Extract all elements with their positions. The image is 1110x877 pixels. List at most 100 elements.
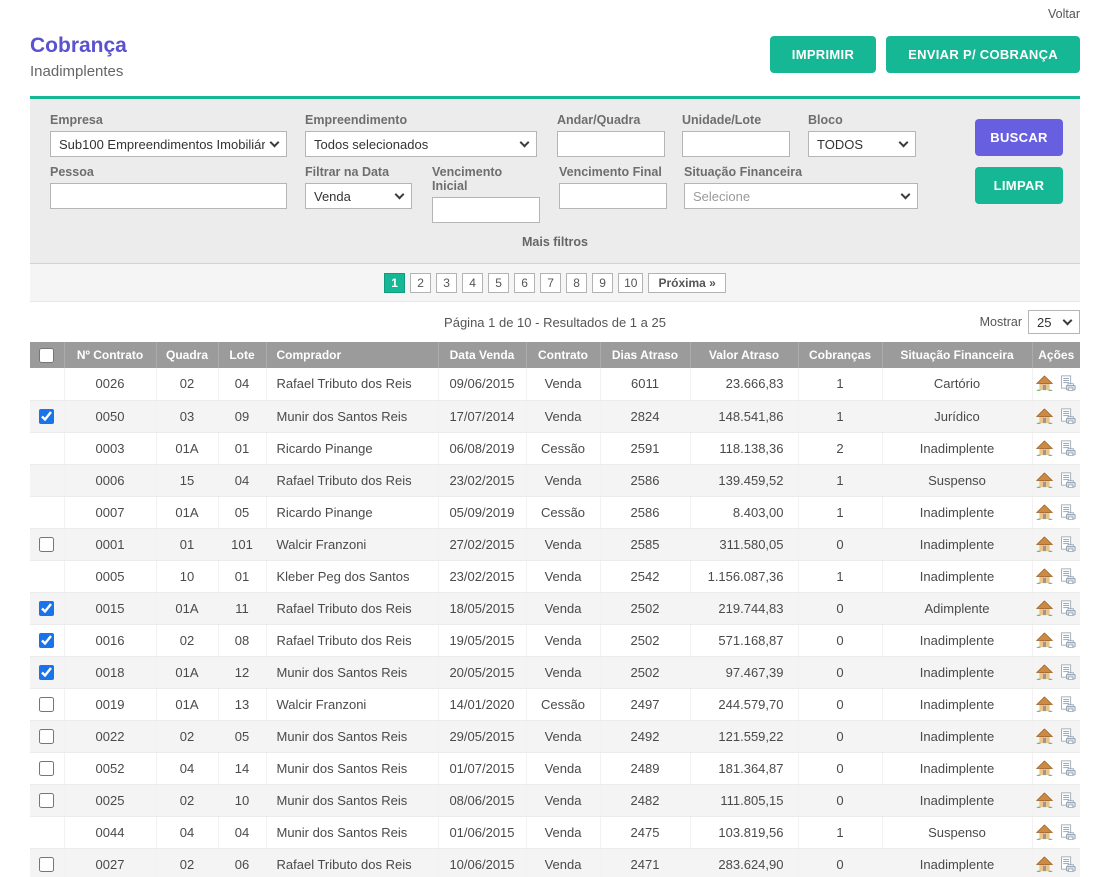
cell-dias-atraso: 2502	[600, 624, 690, 656]
pessoa-input[interactable]	[50, 183, 287, 209]
house-icon[interactable]	[1036, 472, 1053, 489]
results-line: Página 1 de 10 - Resultados de 1 a 25 Mo…	[30, 302, 1080, 342]
page-button-5[interactable]: 5	[488, 273, 509, 293]
cell-cobrancas: 2	[798, 432, 882, 464]
row-checkbox[interactable]	[39, 761, 54, 776]
house-icon[interactable]	[1036, 632, 1053, 649]
next-page-button[interactable]: Próxima »	[648, 273, 725, 293]
limpar-button[interactable]: LIMPAR	[975, 167, 1063, 204]
unidade-lote-input[interactable]	[682, 131, 790, 157]
empresa-label: Empresa	[50, 113, 287, 127]
print-document-icon[interactable]	[1059, 536, 1076, 553]
house-icon[interactable]	[1036, 408, 1053, 425]
print-document-icon[interactable]	[1059, 568, 1076, 585]
send-to-collection-button[interactable]: ENVIAR P/ COBRANÇA	[886, 36, 1080, 73]
row-select-cell	[30, 848, 64, 877]
cell-data-venda: 05/09/2019	[438, 496, 526, 528]
cell-valor-atraso: 219.744,83	[690, 592, 798, 624]
page-button-9[interactable]: 9	[592, 273, 613, 293]
page-button-2[interactable]: 2	[410, 273, 431, 293]
row-checkbox[interactable]	[39, 665, 54, 680]
page-button-7[interactable]: 7	[540, 273, 561, 293]
row-checkbox[interactable]	[39, 409, 54, 424]
row-actions-cell	[1032, 720, 1080, 752]
empreendimento-select[interactable]: Todos selecionados	[305, 131, 537, 157]
vencimento-inicial-input[interactable]	[432, 197, 540, 223]
print-document-icon[interactable]	[1059, 760, 1076, 777]
row-actions	[1033, 472, 1081, 489]
page-size-select[interactable]: 25	[1028, 310, 1080, 334]
row-actions	[1033, 664, 1081, 681]
row-checkbox[interactable]	[39, 697, 54, 712]
house-icon[interactable]	[1036, 824, 1053, 841]
row-select-cell	[30, 528, 64, 560]
print-document-icon[interactable]	[1059, 824, 1076, 841]
house-icon[interactable]	[1036, 440, 1053, 457]
page-button-10[interactable]: 10	[618, 273, 643, 293]
select-all-checkbox[interactable]	[39, 348, 54, 363]
print-document-icon[interactable]	[1059, 375, 1076, 392]
page-button-3[interactable]: 3	[436, 273, 457, 293]
cell-contrato: 0006	[64, 464, 156, 496]
page-button-8[interactable]: 8	[566, 273, 587, 293]
cell-situacao: Jurídico	[882, 400, 1032, 432]
filtrar-na-data-select[interactable]: Venda	[305, 183, 412, 209]
row-checkbox[interactable]	[39, 729, 54, 744]
house-icon[interactable]	[1036, 792, 1053, 809]
row-actions	[1033, 728, 1081, 745]
print-document-icon[interactable]	[1059, 440, 1076, 457]
print-document-icon[interactable]	[1059, 664, 1076, 681]
col-header-contrato: Nº Contrato	[64, 342, 156, 368]
more-filters-link[interactable]: Mais filtros	[50, 235, 1060, 249]
row-checkbox[interactable]	[39, 857, 54, 872]
house-icon[interactable]	[1036, 504, 1053, 521]
house-icon[interactable]	[1036, 375, 1053, 392]
field-situacao-financeira: Situação Financeira Selecione	[684, 165, 918, 223]
cell-situacao: Inadimplente	[882, 496, 1032, 528]
cell-quadra: 01A	[156, 592, 218, 624]
buscar-button[interactable]: BUSCAR	[975, 119, 1063, 156]
page-button-1[interactable]: 1	[384, 273, 405, 293]
row-actions	[1033, 408, 1081, 425]
house-icon[interactable]	[1036, 856, 1053, 873]
situacao-financeira-select[interactable]: Selecione	[684, 183, 918, 209]
print-button[interactable]: IMPRIMIR	[770, 36, 876, 73]
cell-comprador: Ricardo Pinange	[266, 496, 438, 528]
print-document-icon[interactable]	[1059, 472, 1076, 489]
house-icon[interactable]	[1036, 600, 1053, 617]
andar-quadra-input[interactable]	[557, 131, 665, 157]
print-document-icon[interactable]	[1059, 600, 1076, 617]
cell-lote: 01	[218, 560, 266, 592]
house-icon[interactable]	[1036, 760, 1053, 777]
house-icon[interactable]	[1036, 664, 1053, 681]
page-subtitle: Inadimplentes	[30, 63, 127, 80]
titles: Cobrança Inadimplentes	[30, 34, 127, 80]
print-document-icon[interactable]	[1059, 408, 1076, 425]
house-icon[interactable]	[1036, 696, 1053, 713]
row-checkbox[interactable]	[39, 633, 54, 648]
cell-data-venda: 20/05/2015	[438, 656, 526, 688]
cell-valor-atraso: 103.819,56	[690, 816, 798, 848]
print-document-icon[interactable]	[1059, 504, 1076, 521]
row-checkbox[interactable]	[39, 793, 54, 808]
print-document-icon[interactable]	[1059, 696, 1076, 713]
house-icon[interactable]	[1036, 568, 1053, 585]
print-document-icon[interactable]	[1059, 632, 1076, 649]
cell-dias-atraso: 2585	[600, 528, 690, 560]
house-icon[interactable]	[1036, 536, 1053, 553]
print-document-icon[interactable]	[1059, 856, 1076, 873]
row-checkbox[interactable]	[39, 537, 54, 552]
back-link[interactable]: Voltar	[1048, 7, 1080, 21]
page-button-6[interactable]: 6	[514, 273, 535, 293]
row-checkbox[interactable]	[39, 601, 54, 616]
page-button-4[interactable]: 4	[462, 273, 483, 293]
bloco-select[interactable]: TODOS	[808, 131, 916, 157]
house-icon[interactable]	[1036, 728, 1053, 745]
cell-cobrancas: 0	[798, 592, 882, 624]
cell-lote: 10	[218, 784, 266, 816]
empresa-select[interactable]: Sub100 Empreendimentos Imobiliários	[50, 131, 287, 157]
print-document-icon[interactable]	[1059, 728, 1076, 745]
print-document-icon[interactable]	[1059, 792, 1076, 809]
table-row: 00500309Munir dos Santos Reis17/07/2014V…	[30, 400, 1080, 432]
vencimento-final-input[interactable]	[559, 183, 667, 209]
